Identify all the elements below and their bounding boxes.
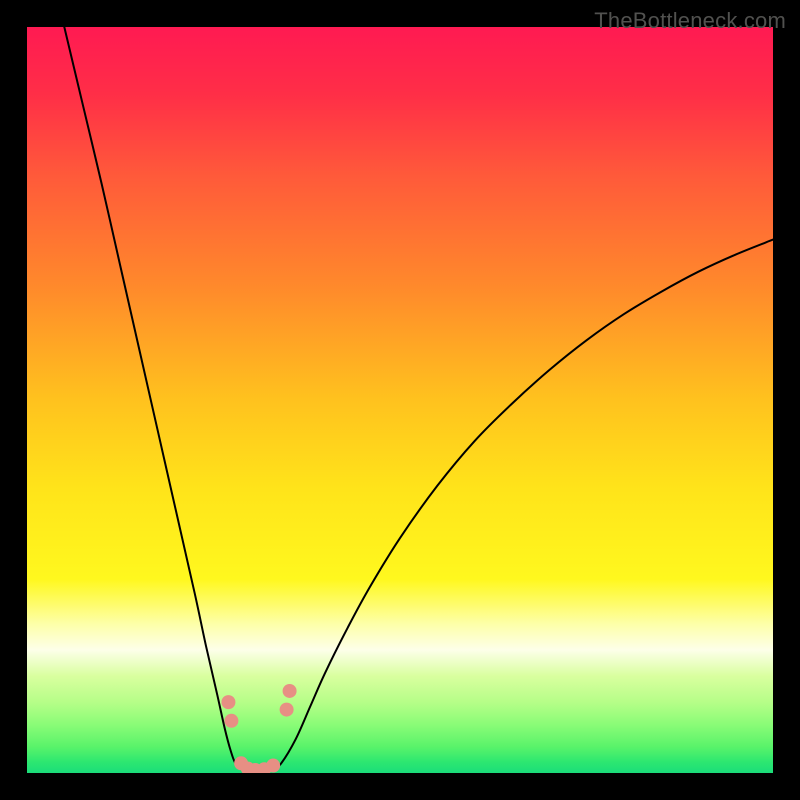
- watermark-label: TheBottleneck.com: [594, 8, 786, 34]
- chart-outer-frame: TheBottleneck.com: [0, 0, 800, 800]
- trough-marker: [224, 714, 238, 728]
- chart-gradient-bg: [27, 27, 773, 773]
- bottleneck-curve-chart: [27, 27, 773, 773]
- trough-marker: [266, 759, 280, 773]
- trough-marker: [283, 684, 297, 698]
- trough-marker: [221, 695, 235, 709]
- trough-marker: [280, 703, 294, 717]
